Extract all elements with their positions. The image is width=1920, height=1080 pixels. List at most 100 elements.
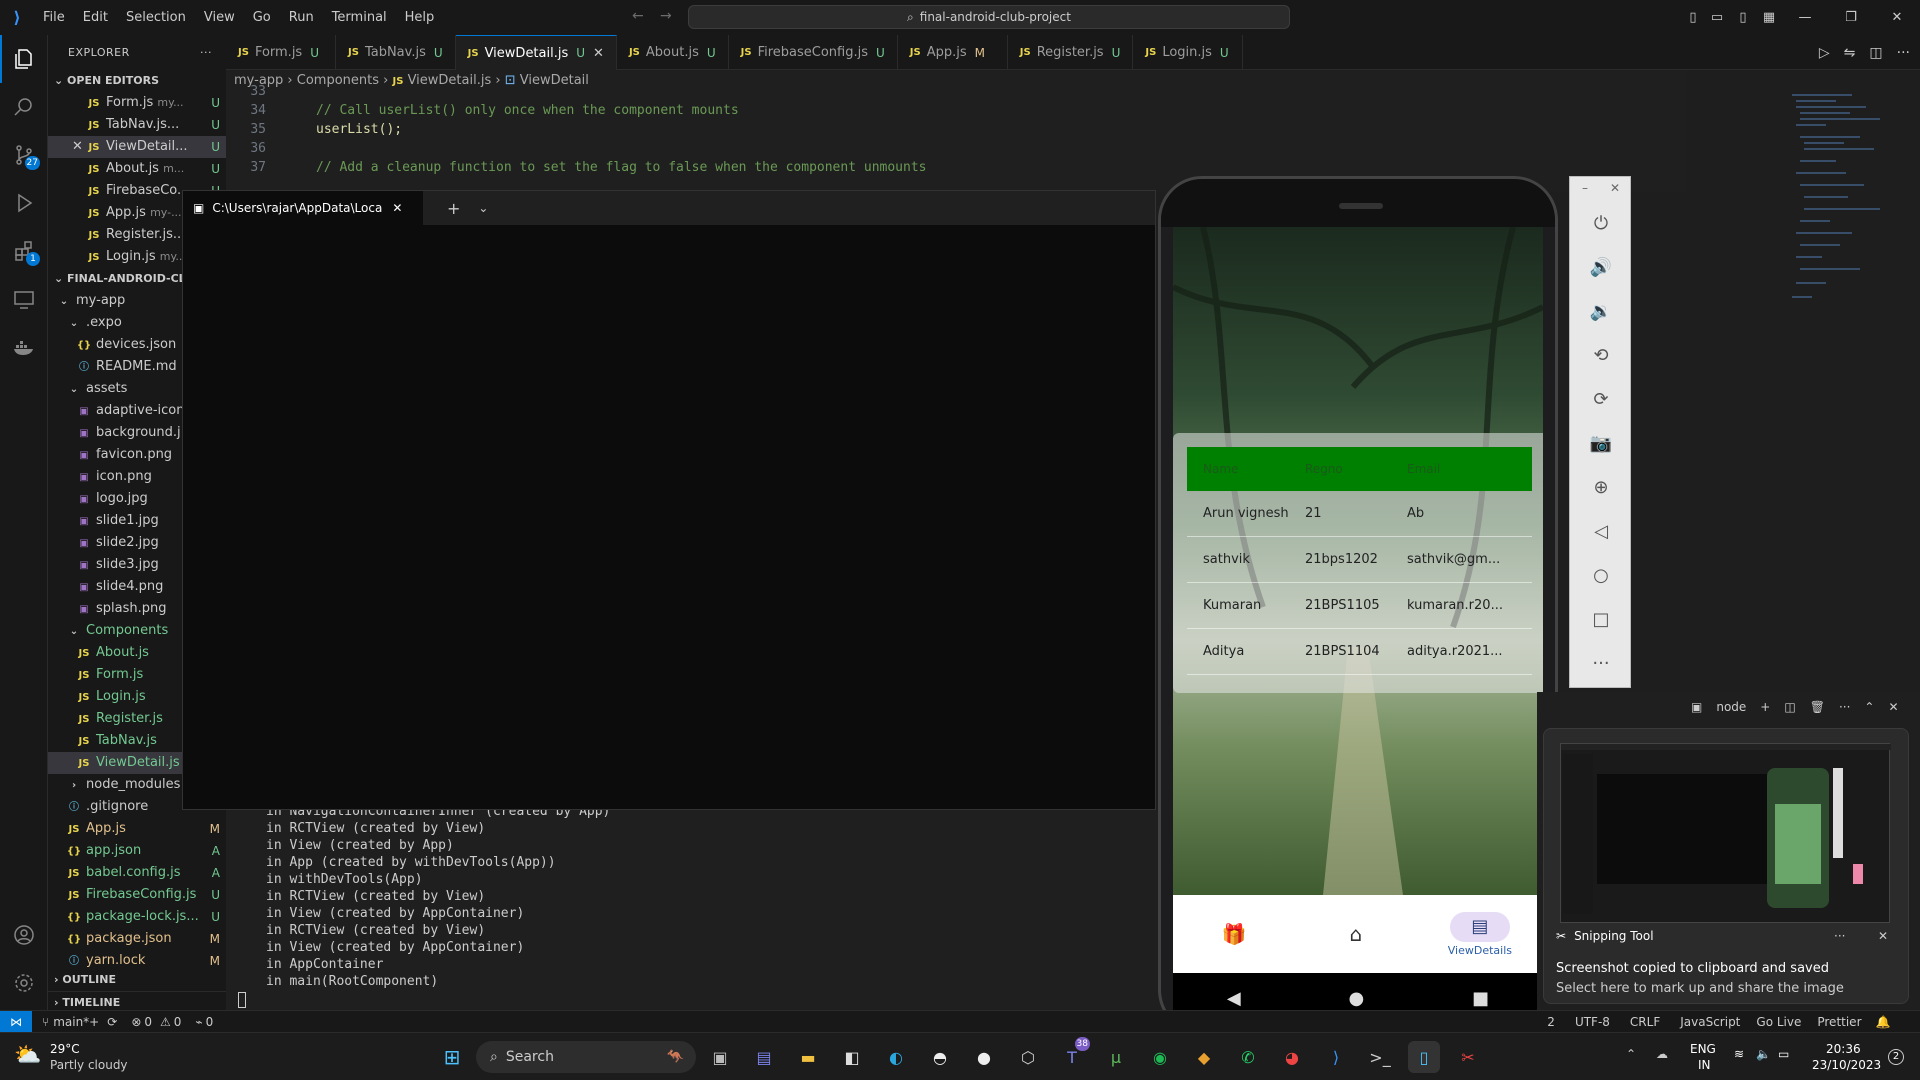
- table-row[interactable]: Kumaran 21BPS1105 kumaran.r20...: [1187, 583, 1532, 629]
- onedrive-icon[interactable]: ☁: [1656, 1047, 1668, 1061]
- penguin-app-icon[interactable]: ◓: [924, 1041, 956, 1073]
- emu-overview-icon[interactable]: □: [1570, 597, 1632, 641]
- close-tab-icon[interactable]: ✕: [593, 46, 604, 61]
- tree-file[interactable]: {} app.json A: [48, 840, 226, 862]
- tab-about[interactable]: 🎁: [1204, 919, 1264, 949]
- volume-down-icon[interactable]: 🔉: [1570, 289, 1632, 333]
- restore-button[interactable]: ❐: [1828, 0, 1874, 35]
- box-app-icon[interactable]: ⬡: [1012, 1041, 1044, 1073]
- task-view-icon[interactable]: ▣: [704, 1041, 736, 1073]
- toggle-panel-icon[interactable]: ▭: [1704, 0, 1730, 35]
- eol[interactable]: CRLF: [1630, 1015, 1660, 1029]
- emu-back-icon[interactable]: ◁: [1570, 509, 1632, 553]
- menu-run[interactable]: Run: [280, 0, 323, 35]
- more-actions-icon[interactable]: ···: [200, 35, 212, 70]
- more-icon[interactable]: ···: [1897, 45, 1910, 61]
- dropdown-icon[interactable]: ⌄: [478, 201, 488, 215]
- ports-count[interactable]: 0: [206, 1015, 214, 1029]
- weather-temp[interactable]: 29°C: [50, 1042, 80, 1056]
- terminal-more-icon[interactable]: ···: [1839, 700, 1850, 714]
- close-editor-icon[interactable]: ✕: [72, 136, 86, 158]
- weather-icon[interactable]: ⛅: [14, 1043, 41, 1068]
- home-circle-icon[interactable]: ●: [1349, 988, 1365, 1009]
- notifications-icon[interactable]: 🔔: [1876, 1015, 1891, 1029]
- github-icon[interactable]: ●: [968, 1041, 1000, 1073]
- editor-tab[interactable]: JS Form.js U: [226, 35, 336, 70]
- terminal-tab[interactable]: ▣ C:\Users\rajar\AppData\Local ✕: [183, 191, 423, 225]
- toggle-secondary-sidebar-icon[interactable]: ▯: [1730, 0, 1756, 35]
- sublime-icon[interactable]: ◆: [1188, 1041, 1220, 1073]
- source-control-icon[interactable]: 27: [0, 131, 48, 179]
- battery-icon[interactable]: ▭: [1778, 1047, 1789, 1061]
- file-explorer-icon[interactable]: ▬: [792, 1041, 824, 1073]
- back-arrow-icon[interactable]: ←: [632, 8, 644, 24]
- open-editor-item[interactable]: JS TabNav.js... U: [48, 114, 226, 136]
- start-button-icon[interactable]: ⊞: [436, 1041, 468, 1073]
- open-editor-item[interactable]: JS Form.js my... U: [48, 92, 226, 114]
- tree-file[interactable]: JS App.js M: [48, 818, 226, 840]
- new-terminal-icon[interactable]: +: [1760, 700, 1770, 714]
- table-row[interactable]: Arun vignesh 21 Ab: [1187, 491, 1532, 537]
- volume-up-icon[interactable]: 🔊: [1570, 245, 1632, 289]
- run-icon[interactable]: ▷: [1819, 45, 1830, 61]
- tree-file[interactable]: JS babel.config.js A: [48, 862, 226, 884]
- snipping-tool-toast[interactable]: ✂ Snipping Tool ··· ✕ Screenshot copied …: [1543, 728, 1909, 1004]
- explorer-icon[interactable]: [0, 35, 48, 83]
- maximize-panel-icon[interactable]: ⌃: [1864, 700, 1874, 714]
- settings-gear-icon[interactable]: [0, 959, 48, 1007]
- tab-home[interactable]: ⌂: [1326, 919, 1386, 949]
- breadcrumb-symbol[interactable]: ViewDetail: [520, 73, 589, 88]
- error-count[interactable]: 0: [144, 1015, 152, 1029]
- customize-layout-icon[interactable]: ▦: [1756, 0, 1782, 35]
- clock-time[interactable]: 20:36: [1826, 1042, 1861, 1056]
- forward-arrow-icon[interactable]: →: [660, 8, 672, 24]
- menu-file[interactable]: File: [34, 0, 74, 35]
- back-icon[interactable]: ◀: [1227, 988, 1241, 1009]
- terminal-shell-label[interactable]: node: [1716, 700, 1746, 714]
- emu-home-icon[interactable]: ○: [1570, 553, 1632, 597]
- open-editor-item[interactable]: JS About.js m... U: [48, 158, 226, 180]
- minimize-button[interactable]: —: [1782, 0, 1828, 35]
- teams-icon[interactable]: T 38: [1056, 1037, 1090, 1073]
- editor-tab[interactable]: JS App.js M: [898, 35, 1008, 70]
- lang-secondary[interactable]: IN: [1698, 1058, 1711, 1072]
- open-editor-item[interactable]: ✕ JS ViewDetail... U: [48, 136, 226, 158]
- minimap[interactable]: [1790, 92, 1890, 312]
- outline-header[interactable]: › OUTLINE: [48, 969, 226, 991]
- editor-tab[interactable]: JS Login.js U: [1133, 35, 1244, 70]
- toggle-sidebar-icon[interactable]: ▯: [1680, 0, 1706, 35]
- recents-icon[interactable]: ■: [1472, 988, 1489, 1009]
- menu-edit[interactable]: Edit: [74, 0, 117, 35]
- close-tab-icon[interactable]: ✕: [392, 201, 402, 215]
- tree-file[interactable]: {} package-lock.js... U: [48, 906, 226, 928]
- close-window-button[interactable]: ✕: [1874, 0, 1920, 35]
- chat-icon[interactable]: ▤: [748, 1041, 780, 1073]
- utorrent-icon[interactable]: μ: [1100, 1041, 1132, 1073]
- tree-file[interactable]: JS FirebaseConfig.js U: [48, 884, 226, 906]
- menu-help[interactable]: Help: [396, 0, 444, 35]
- emulator-minimize-icon[interactable]: –: [1582, 181, 1588, 195]
- go-live[interactable]: Go Live: [1756, 1015, 1801, 1029]
- taskbar-search[interactable]: ⌕ Search 🦘: [476, 1041, 696, 1073]
- windows-terminal-window[interactable]: ▣ C:\Users\rajar\AppData\Local ✕ + ⌄: [182, 190, 1156, 810]
- run-debug-icon[interactable]: [0, 179, 48, 227]
- table-row[interactable]: sathvik 21bps1202 sathvik@gm...: [1187, 537, 1532, 583]
- editor-tab[interactable]: JS About.js U: [617, 35, 729, 70]
- close-panel-icon[interactable]: ✕: [1888, 700, 1898, 714]
- remote-explorer-icon[interactable]: [0, 275, 48, 323]
- compare-icon[interactable]: ⇋: [1844, 45, 1856, 61]
- chrome-icon[interactable]: ◕: [1276, 1041, 1308, 1073]
- camera-icon[interactable]: 📷: [1570, 421, 1632, 465]
- branch-name[interactable]: main*+: [53, 1015, 99, 1029]
- cursor-position[interactable]: 2: [1547, 1015, 1555, 1029]
- encoding[interactable]: UTF-8: [1575, 1015, 1610, 1029]
- screenshot-thumbnail[interactable]: [1560, 743, 1891, 923]
- power-icon[interactable]: ⏻: [1570, 201, 1632, 245]
- editor-tab[interactable]: JS FirebaseConfig.js U: [729, 35, 898, 70]
- toast-more-icon[interactable]: ···: [1834, 929, 1845, 943]
- search-icon[interactable]: [0, 83, 48, 131]
- vscode-taskbar-icon[interactable]: ⟩: [1320, 1041, 1352, 1073]
- open-editors-header[interactable]: ⌄ OPEN EDITORS: [48, 70, 226, 92]
- terminal-taskbar-icon[interactable]: >_: [1364, 1041, 1396, 1073]
- prettier[interactable]: Prettier: [1817, 1015, 1861, 1029]
